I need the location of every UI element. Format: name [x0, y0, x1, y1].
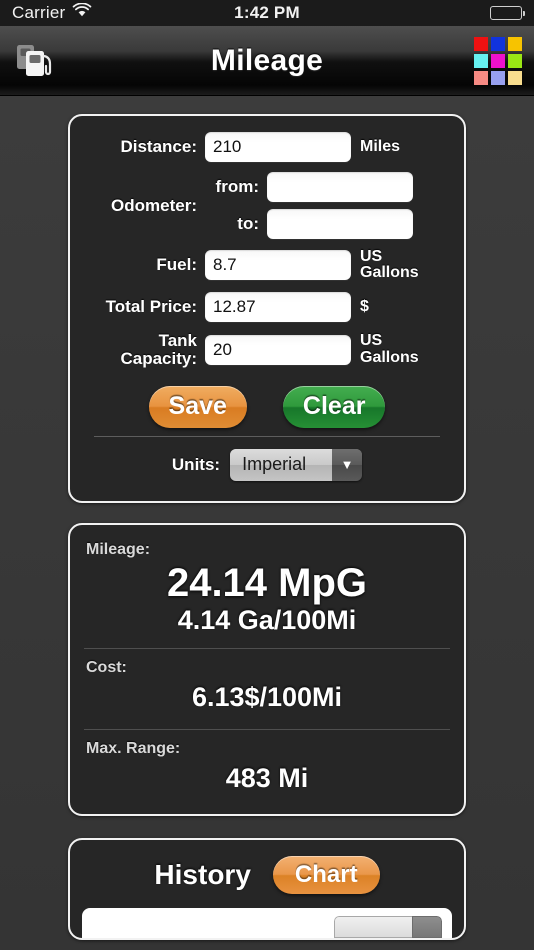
- color-swatch[interactable]: [474, 36, 488, 51]
- odometer-to-label: to:: [237, 214, 259, 233]
- history-picker-value[interactable]: [334, 915, 412, 938]
- tank-capacity-label: Tank Capacity:: [120, 330, 197, 368]
- history-header: History Chart: [70, 854, 464, 908]
- odometer-from-row: from:: [205, 172, 413, 202]
- odometer-fields: from: to:: [205, 172, 413, 239]
- distance-label: Distance:: [120, 136, 197, 156]
- tank-capacity-input[interactable]: 20: [205, 334, 351, 365]
- form-buttons: Save Clear: [80, 385, 454, 428]
- history-picker-arrow-icon[interactable]: [412, 915, 442, 938]
- results-divider: [84, 728, 450, 730]
- color-grid-icon[interactable]: [474, 36, 522, 85]
- color-swatch[interactable]: [474, 53, 488, 68]
- odometer-to-input[interactable]: [267, 209, 413, 239]
- cost-label: Cost:: [86, 659, 127, 677]
- cost-result: Cost: 6.13$/100Mi: [70, 655, 464, 723]
- fuel-label: Fuel:: [156, 255, 197, 275]
- page-title: Mileage: [210, 43, 324, 77]
- gas-pump-icon[interactable]: [12, 37, 60, 85]
- distance-unit-label: Miles: [360, 137, 401, 155]
- color-swatch[interactable]: [508, 53, 522, 68]
- history-title: History: [154, 858, 251, 890]
- history-panel: History Chart: [68, 837, 466, 940]
- status-bar-left: Carrier: [12, 2, 92, 23]
- fuel-row: Fuel: 8.7 US Gallons: [80, 248, 454, 282]
- clear-button[interactable]: Clear: [282, 385, 386, 428]
- color-swatch[interactable]: [508, 36, 522, 51]
- form-divider: [94, 435, 440, 437]
- color-swatch[interactable]: [474, 70, 488, 85]
- mileage-label: Mileage:: [86, 540, 151, 558]
- total-price-input[interactable]: 12.87: [205, 291, 351, 322]
- color-swatch[interactable]: [491, 70, 505, 85]
- tank-capacity-row: Tank Capacity: 20 US Gallons: [80, 330, 454, 368]
- history-list[interactable]: [82, 907, 452, 938]
- color-swatch[interactable]: [491, 36, 505, 51]
- units-select-value[interactable]: Imperial: [230, 448, 333, 481]
- total-price-row: Total Price: 12.87 $: [80, 291, 454, 322]
- odometer-label: Odometer:: [111, 195, 197, 215]
- mileage-result: Mileage: 24.14 MpG 4.14 Ga/100Mi: [70, 537, 464, 642]
- distance-row: Distance: 210 Miles: [80, 132, 454, 162]
- odometer-to-row: to:: [205, 209, 413, 239]
- chevron-down-icon[interactable]: ▼: [332, 448, 363, 481]
- odometer-from-label: from:: [215, 177, 259, 196]
- save-button[interactable]: Save: [148, 385, 247, 428]
- carrier-label: Carrier: [12, 3, 66, 22]
- fuel-unit-label: US Gallons: [360, 248, 419, 282]
- navigation-bar: Mileage: [0, 26, 534, 96]
- tank-capacity-unit-label: US Gallons: [360, 332, 419, 366]
- results-divider: [84, 648, 450, 650]
- fuel-input[interactable]: 8.7: [205, 250, 351, 281]
- cost-value: 6.13$/100Mi: [191, 682, 343, 713]
- app-screen: Carrier 1:42 PM Mileage Distance: 210 Mi…: [0, 0, 534, 950]
- odometer-row: Odometer: from: to:: [80, 172, 454, 239]
- odometer-from-input[interactable]: [267, 172, 413, 202]
- max-range-value: 483 Mi: [225, 762, 309, 793]
- battery-full-icon: [490, 6, 525, 20]
- history-picker[interactable]: [334, 915, 442, 938]
- total-price-label: Total Price:: [105, 296, 197, 316]
- input-form-panel: Distance: 210 Miles Odometer: from: to: …: [68, 114, 466, 503]
- distance-input[interactable]: 210: [205, 132, 351, 162]
- units-row: Units: Imperial ▼: [80, 448, 454, 481]
- results-panel: Mileage: 24.14 MpG 4.14 Ga/100Mi Cost: 6…: [68, 522, 466, 816]
- mileage-secondary-value: 4.14 Ga/100Mi: [177, 604, 357, 635]
- color-swatch[interactable]: [508, 70, 522, 85]
- wifi-icon: [72, 2, 92, 23]
- chart-button[interactable]: Chart: [272, 855, 380, 894]
- total-price-unit-label: $: [360, 297, 369, 315]
- color-swatch[interactable]: [491, 53, 505, 68]
- units-select[interactable]: Imperial ▼: [230, 448, 363, 481]
- units-label: Units:: [171, 454, 221, 474]
- status-bar: Carrier 1:42 PM: [0, 0, 534, 26]
- max-range-result: Max. Range: 483 Mi: [70, 736, 464, 804]
- max-range-label: Max. Range:: [86, 739, 181, 757]
- status-bar-right: [490, 6, 525, 20]
- mileage-primary-value: 24.14 MpG: [166, 560, 368, 605]
